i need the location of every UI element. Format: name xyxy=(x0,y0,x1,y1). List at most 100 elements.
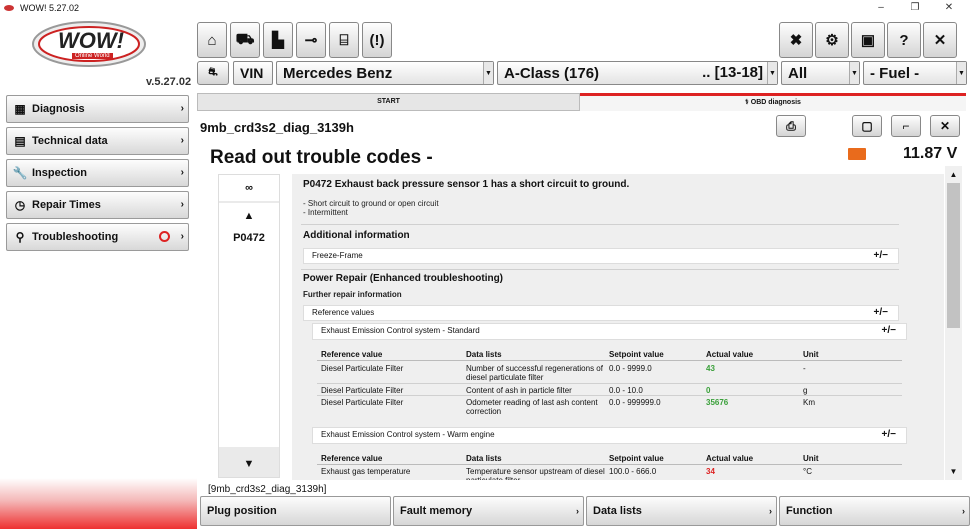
fault-memory-button[interactable]: Fault memory › xyxy=(393,496,584,526)
save-button[interactable]: ▢ xyxy=(852,115,882,137)
data-lists-button[interactable]: Data lists › xyxy=(586,496,777,526)
expand-toggle[interactable]: +/− xyxy=(874,249,888,263)
divider xyxy=(317,395,902,396)
save-icon: ▢ xyxy=(861,119,873,133)
factory-button[interactable]: ▙ xyxy=(263,22,293,58)
chevron-down-icon: ▼ xyxy=(767,62,777,84)
tab-bar: START ⚕ OBD diagnosis xyxy=(197,93,966,111)
tab-obd-label: OBD diagnosis xyxy=(750,99,801,106)
vehicle-button[interactable]: ⛟ xyxy=(230,22,260,58)
table-cell: 100.0 - 666.0 xyxy=(609,467,657,476)
make-value: Mercedes Benz xyxy=(283,64,393,82)
settings-button[interactable]: ⚙ xyxy=(815,22,849,58)
table-cell: - xyxy=(803,364,806,373)
close-button[interactable]: ✕ xyxy=(923,22,957,58)
car-list-button[interactable]: ⛐ xyxy=(197,61,229,85)
fuel-select[interactable]: - Fuel - ▼ xyxy=(863,61,967,85)
divider xyxy=(317,464,902,465)
minimize-button[interactable]: – xyxy=(868,0,894,16)
clock-icon: ◷ xyxy=(14,198,26,212)
detail-scrollbar[interactable]: ▲ ▼ xyxy=(945,166,962,480)
scroll-down-button[interactable]: ▼ xyxy=(219,451,279,477)
close-window-button[interactable]: ✕ xyxy=(936,0,962,16)
arrow-up-icon: ▲ xyxy=(243,210,255,222)
group-standard-row[interactable]: Exhaust Emission Control system - Standa… xyxy=(312,323,907,340)
window-title: WOW! 5.27.02 xyxy=(20,3,80,13)
help-button[interactable]: ? xyxy=(887,22,921,58)
col-header: Reference value xyxy=(321,350,383,359)
expand-toggle[interactable]: +/− xyxy=(874,306,888,320)
variant-select[interactable]: All ▼ xyxy=(781,61,860,85)
table-cell: Exhaust gas temperature xyxy=(321,467,411,476)
sidebar-item-inspection[interactable]: 🔧 Inspection › xyxy=(6,159,189,187)
table-cell: Diesel Particulate Filter xyxy=(321,364,404,373)
table-cell: Number of successful regenerations of di… xyxy=(466,364,603,382)
col-header: Data lists xyxy=(466,350,502,359)
scroll-down-arrow-icon[interactable]: ▼ xyxy=(945,463,962,480)
years-value: .. [13-18] xyxy=(702,64,763,81)
obd-button[interactable]: ⌸ xyxy=(329,22,359,58)
alert-ring-icon xyxy=(159,231,170,242)
col-header: Setpoint value xyxy=(609,350,664,359)
sidebar-item-label: Diagnosis xyxy=(32,103,85,115)
freeze-frame-row[interactable]: Freeze-Frame +/− xyxy=(303,248,899,264)
vin-button[interactable]: VIN xyxy=(233,61,273,85)
restore-button[interactable]: ⌐ xyxy=(891,115,921,137)
sidebar-item-troubleshooting[interactable]: ⚲ Troubleshooting › xyxy=(6,223,189,251)
make-select[interactable]: Mercedes Benz ▼ xyxy=(276,61,494,85)
print-button[interactable]: ⎙ xyxy=(776,115,806,137)
table-cell: g xyxy=(803,386,808,395)
technical-data-icon: ▤ xyxy=(14,134,26,148)
obd-icon: ⌸ xyxy=(339,31,349,49)
sidebar-item-diagnosis[interactable]: ▦ Diagnosis › xyxy=(6,95,189,123)
model-select[interactable]: A-Class (176) .. [13-18] ▼ xyxy=(497,61,778,85)
battery-icon xyxy=(848,148,866,160)
table-cell: Temperature sensor upstream of diesel pa… xyxy=(466,467,605,480)
table-cell: Odometer reading of last ash content cor… xyxy=(466,398,598,416)
fault-title: P0472 Exhaust back pressure sensor 1 has… xyxy=(303,179,630,190)
app-icon xyxy=(4,5,14,11)
function-button[interactable]: Function › xyxy=(779,496,970,526)
variant-value: All xyxy=(788,64,808,82)
diagnosis-icon: ▦ xyxy=(14,102,26,116)
divider xyxy=(317,360,902,361)
scrollbar-thumb[interactable] xyxy=(947,183,960,328)
col-header: Actual value xyxy=(706,454,754,463)
sidebar-item-repair-times[interactable]: ◷ Repair Times › xyxy=(6,191,189,219)
plug-position-button[interactable]: Plug position xyxy=(200,496,391,526)
scroll-up-arrow-icon[interactable]: ▲ xyxy=(945,166,962,183)
chevron-right-icon: › xyxy=(180,135,184,146)
table-cell: Diesel Particulate Filter xyxy=(321,386,404,395)
page-title: Read out trouble codes - xyxy=(210,147,433,168)
home-icon: ⌂ xyxy=(207,31,217,49)
table-cell: 0.0 - 9999.0 xyxy=(609,364,652,373)
sidebar-item-technical-data[interactable]: ▤ Technical data › xyxy=(6,127,189,155)
group-warm-engine-row[interactable]: Exhaust Emission Control system - Warm e… xyxy=(312,427,907,444)
col-header: Data lists xyxy=(466,454,502,463)
sidebar-footer-gradient xyxy=(0,478,197,529)
module-button[interactable]: ▣ xyxy=(851,22,885,58)
code-item[interactable]: P0472 xyxy=(219,225,279,251)
col-header: Actual value xyxy=(706,350,754,359)
tools-button[interactable]: ✖ xyxy=(779,22,813,58)
restore-icon: ⌐ xyxy=(902,119,910,133)
home-button[interactable]: ⌂ xyxy=(197,22,227,58)
reference-values-row[interactable]: Reference values +/− xyxy=(303,305,899,321)
connector-button[interactable]: ⊸ xyxy=(296,22,326,58)
maximize-button[interactable]: ❐ xyxy=(902,0,928,16)
additional-info-heading: Additional information xyxy=(303,230,410,241)
expand-toggle[interactable]: +/− xyxy=(882,428,896,442)
factory-icon: ▙ xyxy=(272,32,284,49)
wow-logo: WOW! Online World xyxy=(30,20,148,68)
window-titlebar: WOW! 5.27.02 xyxy=(0,0,974,16)
search-button[interactable]: ∞ xyxy=(219,175,279,201)
tab-obd-diagnosis[interactable]: ⚕ OBD diagnosis xyxy=(580,93,966,111)
printer-icon: ⎙ xyxy=(786,118,796,133)
warning-button[interactable]: (!) xyxy=(362,22,392,58)
logo-tagline: Online World xyxy=(72,53,113,59)
tab-start[interactable]: START xyxy=(197,93,580,111)
chevron-right-icon: › xyxy=(180,199,184,210)
gear-icon: ⚙ xyxy=(825,32,839,49)
expand-toggle[interactable]: +/− xyxy=(882,324,896,338)
close-panel-button[interactable]: ✕ xyxy=(930,115,960,137)
